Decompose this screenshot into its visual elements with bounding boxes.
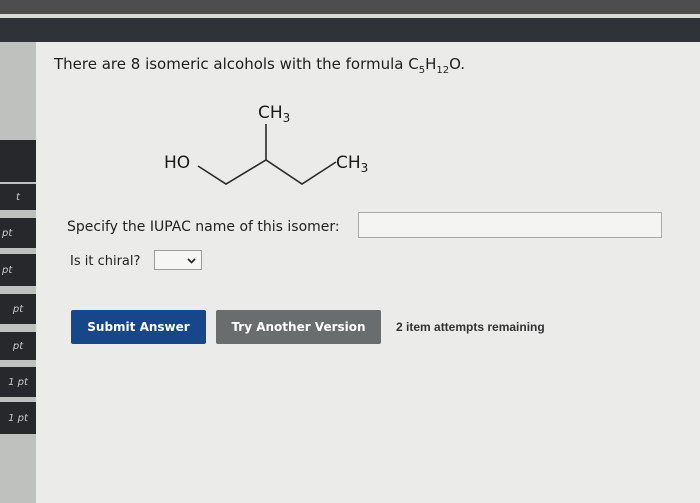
right-methyl-sub: 3 — [361, 161, 369, 175]
sidebar-item-label: 1 pt — [8, 412, 28, 424]
chiral-select[interactable] — [154, 250, 202, 270]
iupac-name-input[interactable] — [358, 212, 662, 238]
top-methyl-label: CH3 — [258, 103, 290, 125]
sidebar-item-t[interactable]: t — [0, 184, 36, 210]
sidebar-item-1pt-1[interactable]: 1 pt — [0, 367, 36, 397]
sidebar-item-pt-1[interactable]: pt — [0, 218, 36, 248]
skeletal-structure: CH3 HO CH3 — [164, 103, 368, 185]
formula-h: H — [425, 55, 437, 73]
right-methyl-text: CH — [336, 153, 361, 173]
sidebar-item-label: pt — [2, 227, 13, 239]
hydroxyl-label: HO — [164, 153, 190, 173]
question-prefix: There are 8 isomeric alcohols with the f… — [54, 55, 419, 73]
question-text: There are 8 isomeric alcohols with the f… — [54, 55, 465, 76]
formula-subscript-12: 12 — [436, 65, 450, 76]
formula-o: O. — [449, 55, 466, 73]
sidebar-item-label: t — [16, 191, 20, 203]
top-bar — [0, 0, 700, 14]
right-methyl-label: CH3 — [336, 153, 368, 175]
chevron-down-icon — [187, 254, 196, 267]
try-another-version-button[interactable]: Try Another Version — [216, 310, 381, 344]
sidebar-item-pt-2[interactable]: pt — [0, 254, 36, 286]
submit-answer-button[interactable]: Submit Answer — [71, 310, 206, 344]
attempts-remaining-text: 2 item attempts remaining — [396, 320, 545, 334]
top-methyl-sub: 3 — [283, 111, 291, 125]
iupac-prompt: Specify the IUPAC name of this isomer: — [67, 219, 340, 235]
chiral-question: Is it chiral? — [70, 254, 141, 269]
sidebar-item-pt-3[interactable]: pt — [0, 294, 36, 324]
sidebar-item-label: 1 pt — [8, 376, 28, 388]
top-methyl-text: CH — [258, 103, 283, 123]
sidebar-item-label: pt — [2, 264, 13, 276]
sidebar: t pt pt pt pt 1 pt 1 pt — [0, 42, 36, 503]
sidebar-item-1pt-2[interactable]: 1 pt — [0, 402, 36, 434]
sidebar-item[interactable] — [0, 140, 36, 182]
sidebar-item-label: pt — [12, 340, 24, 352]
carbon-chain-bonds — [197, 159, 337, 185]
sidebar-item-pt-4[interactable]: pt — [0, 332, 36, 360]
page-header-band — [0, 18, 700, 42]
sidebar-item-label: pt — [12, 303, 24, 315]
